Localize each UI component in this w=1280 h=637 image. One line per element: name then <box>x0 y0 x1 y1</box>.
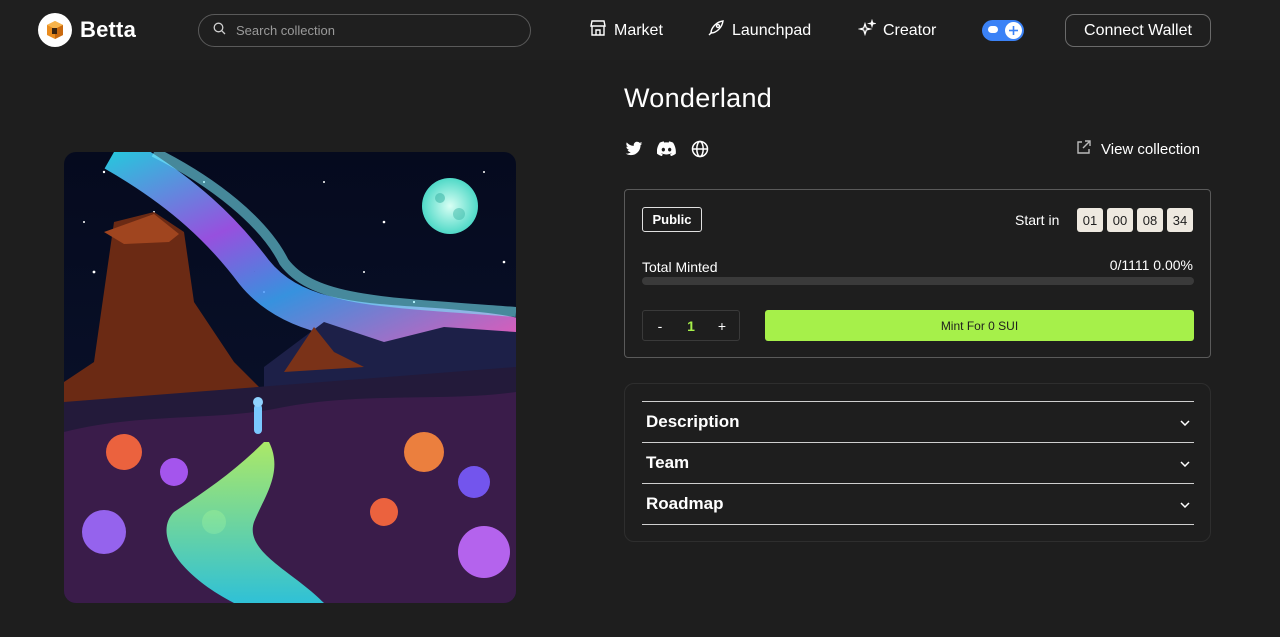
nav-market[interactable]: Market <box>589 19 663 42</box>
countdown-seconds: 34 <box>1167 208 1193 232</box>
view-collection-label: View collection <box>1101 141 1200 158</box>
accordion-divider <box>642 524 1194 525</box>
store-icon <box>589 19 607 42</box>
mint-progress-bar <box>642 277 1194 285</box>
search-input[interactable] <box>236 23 496 38</box>
accordion-roadmap-label: Roadmap <box>646 494 724 513</box>
countdown-timer: 01 00 08 34 <box>1077 208 1193 232</box>
countdown-days: 01 <box>1077 208 1103 232</box>
brand-logo[interactable]: Betta <box>38 13 136 47</box>
total-minted-label: Total Minted <box>642 259 718 275</box>
sparkle-icon <box>857 18 878 42</box>
accordion-description[interactable]: Description <box>642 401 1194 442</box>
external-link-icon <box>1075 139 1092 160</box>
nav-launchpad-label: Launchpad <box>732 21 812 39</box>
view-collection-link[interactable]: View collection <box>1075 139 1200 160</box>
nav-launchpad[interactable]: Launchpad <box>707 19 811 42</box>
chevron-down-icon <box>1180 413 1190 431</box>
connect-wallet-button[interactable]: Connect Wallet <box>1065 14 1211 47</box>
nav-creator[interactable]: Creator <box>857 18 937 42</box>
cloud-icon <box>988 26 998 33</box>
network-toggle[interactable] <box>982 20 1024 41</box>
search-icon <box>213 22 226 40</box>
countdown-hours: 00 <box>1107 208 1133 232</box>
twitter-icon[interactable] <box>624 139 643 158</box>
decrement-button[interactable]: - <box>653 318 667 334</box>
chevron-down-icon <box>1180 495 1190 513</box>
accordion-team[interactable]: Team <box>642 442 1194 483</box>
discord-icon[interactable] <box>657 139 676 158</box>
accordion-team-label: Team <box>646 453 690 472</box>
top-nav-bar: Betta Market Launchpad Creator Connect W… <box>0 0 1280 60</box>
increment-button[interactable]: + <box>715 318 729 334</box>
nav-creator-label: Creator <box>883 21 937 39</box>
quantity-input[interactable] <box>676 317 706 334</box>
toggle-knob <box>1005 22 1022 39</box>
accordion-roadmap[interactable]: Roadmap <box>642 483 1194 524</box>
chevron-down-icon <box>1180 454 1190 472</box>
social-links <box>624 139 709 158</box>
brand-logo-icon <box>38 13 72 47</box>
accordion-description-label: Description <box>646 412 740 431</box>
globe-icon[interactable] <box>690 139 709 158</box>
total-minted-value: 0/1111 0.00% <box>1109 257 1193 273</box>
search-bar[interactable] <box>198 14 531 47</box>
start-in-label: Start in <box>1015 212 1060 228</box>
brand-name: Betta <box>80 17 137 42</box>
nav-market-label: Market <box>614 21 663 39</box>
mint-panel: Public Start in 01 00 08 34 Total Minted… <box>624 189 1211 358</box>
quantity-stepper: - + <box>642 310 740 341</box>
collection-artwork <box>64 152 516 603</box>
phase-badge: Public <box>642 207 702 232</box>
info-accordion: Description Team Roadmap <box>624 383 1211 542</box>
mint-button[interactable]: Mint For 0 SUI <box>765 310 1194 341</box>
collection-title: Wonderland <box>624 83 773 113</box>
countdown-minutes: 08 <box>1137 208 1163 232</box>
rocket-icon <box>707 19 725 42</box>
